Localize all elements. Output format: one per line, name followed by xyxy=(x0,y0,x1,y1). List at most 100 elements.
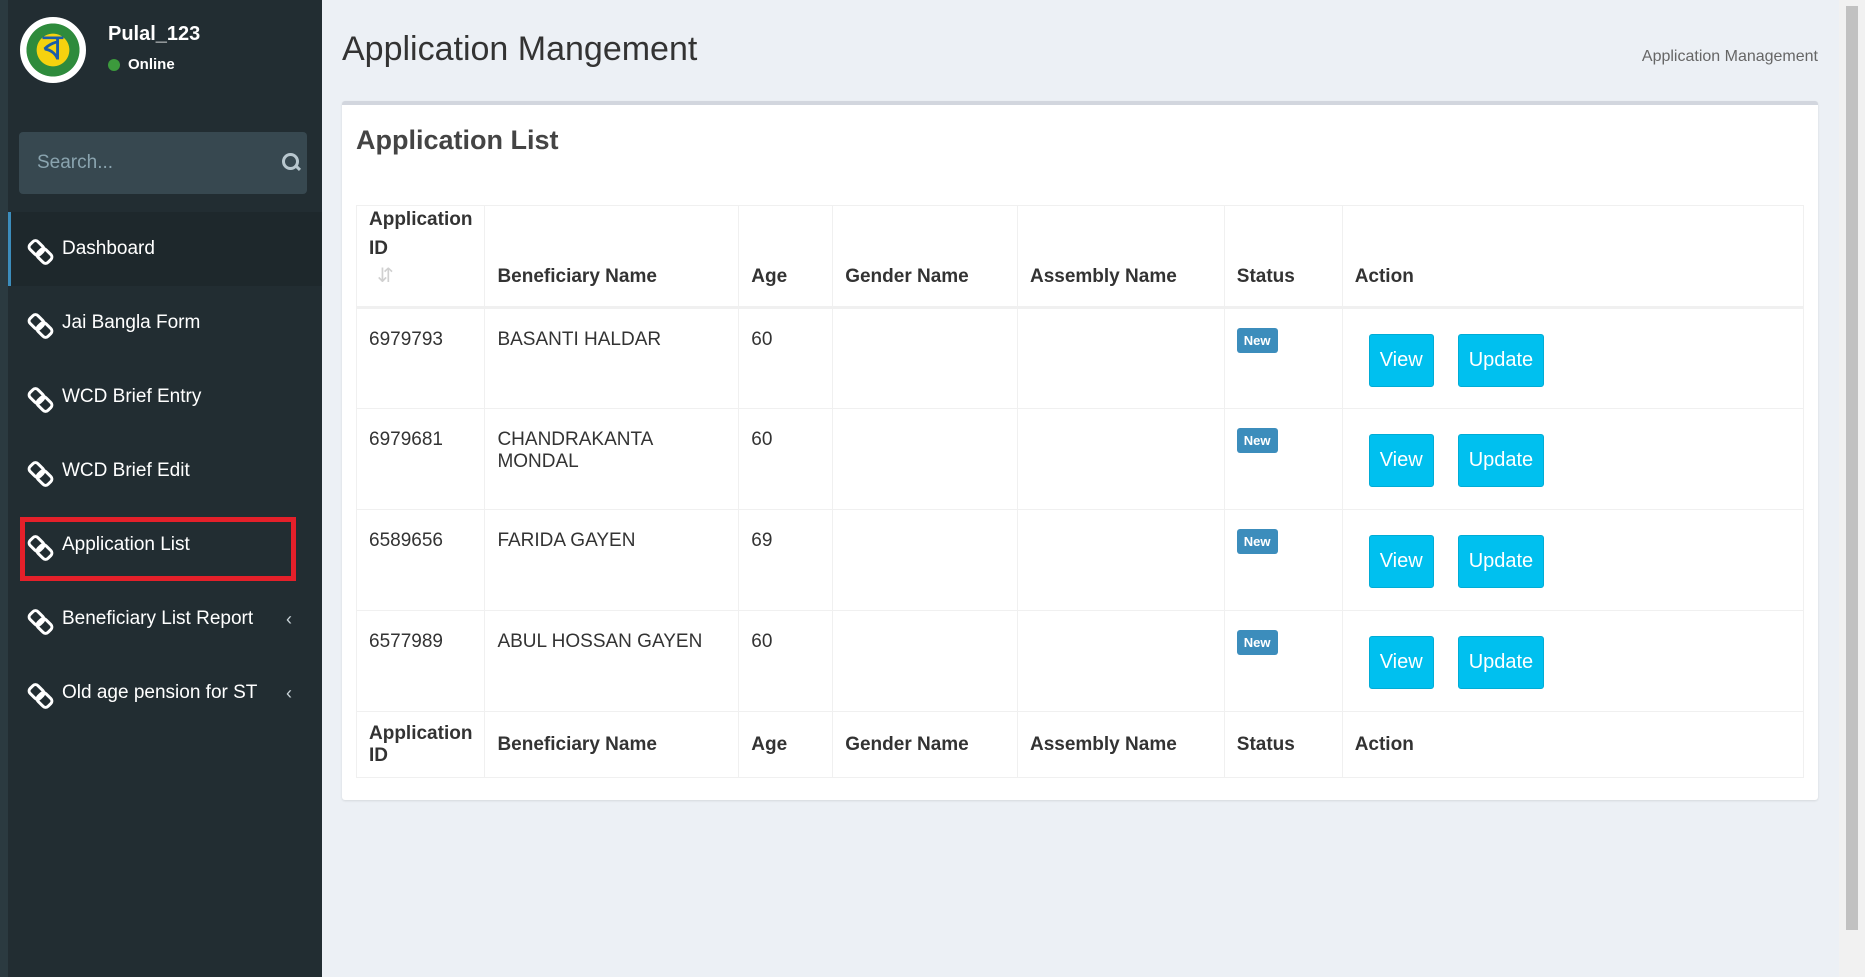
breadcrumb[interactable]: Application Management xyxy=(1642,48,1818,66)
link-icon xyxy=(28,238,50,260)
user-info: Pulal_123 Online xyxy=(108,23,200,73)
cell-beneficiary-name: FARIDA GAYEN xyxy=(484,509,740,611)
sidebar-item-dashboard[interactable]: Dashboard xyxy=(8,212,322,286)
user-status-label: Online xyxy=(128,56,175,73)
page-title: Application Mangement xyxy=(342,30,698,68)
update-button[interactable]: Update xyxy=(1457,334,1545,387)
search-form xyxy=(19,132,307,194)
link-icon xyxy=(28,682,50,704)
cell-beneficiary-name: BASANTI HALDAR xyxy=(484,307,740,409)
view-button[interactable]: View xyxy=(1368,334,1434,387)
cell-assembly-name xyxy=(1016,610,1225,712)
cell-gender-name xyxy=(832,610,1018,712)
chevron-left-icon: ‹ xyxy=(286,608,292,629)
cell-action: View Update xyxy=(1341,509,1805,611)
table-header-row: Application ID ⇵ Beneficiary Name Age Gen… xyxy=(355,205,1805,309)
cell-application-id: 6589656 xyxy=(355,509,486,611)
update-button[interactable]: Update xyxy=(1457,636,1545,689)
col-status[interactable]: Status xyxy=(1223,205,1343,309)
update-button[interactable]: Update xyxy=(1457,535,1545,588)
cell-action: View Update xyxy=(1341,408,1805,510)
cell-status: New xyxy=(1223,509,1343,611)
scrollbar-thumb[interactable] xyxy=(1846,6,1858,930)
view-button[interactable]: View xyxy=(1368,535,1434,588)
cell-gender-name xyxy=(832,307,1018,409)
cell-assembly-name xyxy=(1016,509,1225,611)
cell-application-id: 6979681 xyxy=(355,408,486,510)
status-badge: New xyxy=(1236,428,1278,453)
footer-beneficiary-name: Beneficiary Name xyxy=(484,711,740,778)
chevron-left-icon: ‹ xyxy=(286,682,292,703)
footer-status: Status xyxy=(1223,711,1343,778)
table-row: 6979681 CHANDRAKANTA MONDAL 60 New View U… xyxy=(355,408,1805,510)
sidebar-item-label: Dashboard xyxy=(62,238,155,259)
cell-assembly-name xyxy=(1016,408,1225,510)
application-table: Application ID ⇵ Beneficiary Name Age Gen… xyxy=(355,205,1805,778)
cell-application-id: 6577989 xyxy=(355,610,486,712)
cell-action: View Update xyxy=(1341,610,1805,712)
user-status: Online xyxy=(108,56,200,73)
cell-action: View Update xyxy=(1341,307,1805,409)
link-icon xyxy=(28,312,50,334)
link-icon xyxy=(28,460,50,482)
col-age[interactable]: Age xyxy=(738,205,834,309)
cell-status: New xyxy=(1223,307,1343,409)
cell-assembly-name xyxy=(1016,307,1225,409)
search-icon[interactable] xyxy=(282,153,299,173)
sort-icon[interactable]: ⇵ xyxy=(377,263,394,288)
sidebar-item-label: Application List xyxy=(62,534,190,555)
update-button[interactable]: Update xyxy=(1457,434,1545,487)
footer-application-id: Application ID xyxy=(355,711,486,778)
avatar: ব xyxy=(20,17,86,83)
link-icon xyxy=(28,386,50,408)
cell-application-id: 6979793 xyxy=(355,307,486,409)
col-gender-name[interactable]: Gender Name xyxy=(832,205,1018,309)
user-name: Pulal_123 xyxy=(108,23,201,45)
col-assembly-name[interactable]: Assembly Name xyxy=(1016,205,1225,309)
main-content: Application Mangement Application Manage… xyxy=(322,0,1839,977)
status-badge: New xyxy=(1236,328,1278,353)
application-list-box: Application List Application ID ⇵ Benefic… xyxy=(342,101,1818,800)
cell-age: 69 xyxy=(738,509,834,611)
footer-assembly-name: Assembly Name xyxy=(1016,711,1225,778)
table-footer-row: Application ID Beneficiary Name Age Gend… xyxy=(355,711,1805,778)
table-row: 6979793 BASANTI HALDAR 60 New View Update xyxy=(355,307,1805,409)
link-icon xyxy=(28,608,50,630)
cell-gender-name xyxy=(832,408,1018,510)
cell-gender-name xyxy=(832,509,1018,611)
sidebar-item-label: WCD Brief Entry xyxy=(62,386,202,407)
box-title: Application List xyxy=(356,125,559,155)
search-input[interactable] xyxy=(37,152,282,174)
sidebar: ব Pulal_123 Online Dashboard Jai Bangla … xyxy=(0,0,322,977)
table-row: 6577989 ABUL HOSSAN GAYEN 60 New View Upd… xyxy=(355,610,1805,712)
view-button[interactable]: View xyxy=(1368,434,1434,487)
sidebar-item-label: WCD Brief Edit xyxy=(62,460,190,481)
footer-age: Age xyxy=(738,711,834,778)
status-badge: New xyxy=(1236,529,1278,554)
sidebar-menu: Dashboard Jai Bangla Form WCD Brief Entr… xyxy=(8,212,322,730)
sidebar-item-label: Jai Bangla Form xyxy=(62,312,201,333)
sidebar-item-wcd-brief-entry[interactable]: WCD Brief Entry xyxy=(8,360,322,434)
col-beneficiary-name[interactable]: Beneficiary Name xyxy=(484,205,740,309)
vertical-scrollbar[interactable] xyxy=(1839,0,1865,977)
sidebar-item-jai-bangla-form[interactable]: Jai Bangla Form xyxy=(8,286,322,360)
cell-age: 60 xyxy=(738,408,834,510)
col-action: Action xyxy=(1341,205,1805,309)
status-badge: New xyxy=(1236,630,1278,655)
footer-action: Action xyxy=(1341,711,1805,778)
user-panel: ব Pulal_123 Online xyxy=(8,0,322,100)
col-label: Application ID xyxy=(369,209,473,259)
col-application-id[interactable]: Application ID ⇵ xyxy=(355,205,486,309)
link-icon xyxy=(28,534,50,556)
cell-beneficiary-name: ABUL HOSSAN GAYEN xyxy=(484,610,740,712)
view-button[interactable]: View xyxy=(1368,636,1434,689)
sidebar-item-application-list[interactable]: Application List xyxy=(8,508,322,582)
sidebar-item-old-age-pension-st[interactable]: Old age pension for ST ‹ xyxy=(8,656,322,730)
cell-age: 60 xyxy=(738,610,834,712)
sidebar-item-wcd-brief-edit[interactable]: WCD Brief Edit xyxy=(8,434,322,508)
sidebar-item-beneficiary-list-report[interactable]: Beneficiary List Report ‹ xyxy=(8,582,322,656)
cell-beneficiary-name: CHANDRAKANTA MONDAL xyxy=(484,408,740,510)
cell-age: 60 xyxy=(738,307,834,409)
table-row: 6589656 FARIDA GAYEN 69 New View Update xyxy=(355,509,1805,611)
sidebar-item-label: Old age pension for ST xyxy=(62,682,258,703)
